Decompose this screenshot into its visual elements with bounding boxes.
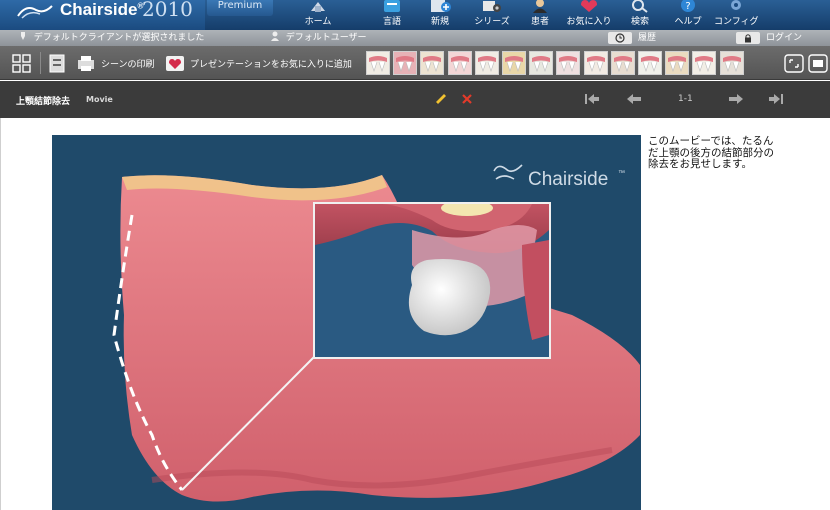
search-icon	[632, 0, 648, 13]
media-type: Movie	[86, 95, 113, 104]
print-scene-button[interactable]: シーンの印刷	[101, 57, 155, 70]
top-nav-bar: Chairside® 2010 Premium ホーム 言語 新規 シリーズ 患…	[0, 0, 830, 30]
fullscreen-icon[interactable]	[784, 52, 804, 74]
scene-thumbnail[interactable]	[638, 51, 662, 75]
tooth-thumbnail-icon	[448, 52, 471, 74]
tooth-thumbnail-icon	[530, 52, 553, 74]
nav-series[interactable]: シリーズ	[470, 0, 514, 30]
nav-new[interactable]: 新規	[420, 0, 460, 30]
tooth-thumbnail-icon	[367, 52, 389, 74]
tooth-thumbnail-icon	[503, 52, 525, 74]
nav-search[interactable]: 検索	[620, 0, 660, 30]
scene-thumbnail[interactable]	[692, 51, 717, 75]
clock-icon	[615, 33, 625, 43]
media-title-bar: 上顎結節除去 Movie 1-1	[0, 81, 830, 118]
handout-icon[interactable]	[48, 52, 66, 74]
nav-language[interactable]: 言語	[372, 0, 412, 30]
add-favorite-button[interactable]: プレゼンテーションをお気に入りに追加	[190, 57, 352, 70]
new-icon	[431, 0, 451, 12]
tooth-thumbnail-icon	[475, 52, 498, 74]
status-bar: デフォルトクライアントが選択されました デフォルトユーザー 履歴 ログイン	[0, 30, 830, 46]
client-status[interactable]: デフォルトクライアントが選択されました	[18, 30, 204, 46]
brand-area: Chairside® 2010	[0, 0, 205, 30]
movie-player[interactable]: Chairside ™	[52, 135, 641, 510]
config-icon	[731, 0, 741, 10]
user-status[interactable]: デフォルトユーザー	[270, 30, 367, 46]
grid-view-icon[interactable]	[12, 52, 32, 74]
svg-text:™: ™	[618, 170, 625, 177]
scene-thumbnail[interactable]	[420, 51, 445, 75]
favorite-heart-icon[interactable]	[165, 52, 185, 74]
home-icon	[311, 2, 325, 12]
help-icon: ?	[681, 0, 695, 12]
media-title: 上顎結節除去	[16, 97, 71, 107]
brand-year: 2010	[142, 0, 193, 21]
nav-home[interactable]: ホーム	[296, 0, 340, 30]
previous-page-icon[interactable]	[626, 92, 642, 106]
first-page-icon[interactable]	[584, 92, 600, 106]
scene-thumbnail[interactable]	[474, 51, 499, 75]
nav-help[interactable]: ? ヘルプ	[668, 0, 708, 30]
scene-thumbnail[interactable]	[366, 51, 390, 75]
pin-icon	[21, 32, 25, 40]
last-page-icon[interactable]	[768, 92, 784, 106]
scene-thumbnail[interactable]	[502, 51, 526, 75]
series-icon	[483, 1, 501, 12]
chairside-logo-icon	[17, 5, 53, 19]
tooth-thumbnail-icon	[666, 52, 689, 74]
print-icon[interactable]	[76, 52, 96, 74]
scene-thumbnail[interactable]	[393, 51, 418, 75]
scene-thumbnail[interactable]	[610, 51, 635, 75]
scene-thumbnail[interactable]	[719, 51, 744, 75]
language-icon	[384, 0, 400, 12]
login-button[interactable]	[736, 32, 760, 44]
favorites-icon	[581, 0, 597, 12]
login-label[interactable]: ログイン	[766, 30, 802, 46]
tooth-thumbnail-icon	[720, 52, 743, 74]
next-page-icon[interactable]	[728, 92, 744, 106]
tooth-thumbnail-icon	[584, 52, 607, 74]
lock-icon	[745, 34, 751, 43]
movie-frame: Chairside ™	[52, 135, 641, 510]
tooth-thumbnail-icon	[693, 52, 716, 74]
nav-favorites[interactable]: お気に入り	[564, 0, 614, 30]
edition-badge: Premium	[207, 0, 273, 16]
scene-thumbnail[interactable]	[583, 51, 608, 75]
brand-name: Chairside®	[60, 0, 144, 19]
movie-description: このムービーでは、たるんだ上顎の後方の結節部分の除去をお見せします。	[648, 135, 774, 170]
scene-thumbnail[interactable]	[665, 51, 690, 75]
edit-pencil-icon[interactable]	[433, 92, 449, 106]
tooth-thumbnail-icon	[639, 52, 661, 74]
tooth-thumbnail-icon	[557, 52, 580, 74]
user-icon	[271, 31, 279, 41]
svg-text:?: ?	[685, 1, 690, 12]
page-indicator: 1-1	[678, 94, 693, 104]
delete-x-icon[interactable]	[459, 92, 475, 106]
nav-patient[interactable]: 患者	[520, 0, 560, 30]
history-label[interactable]: 履歴	[638, 30, 656, 46]
tooth-thumbnail-icon	[394, 52, 417, 74]
tooth-thumbnail-icon	[611, 52, 634, 74]
toolbar-divider	[40, 52, 41, 74]
history-button[interactable]	[608, 32, 632, 44]
svg-text:Chairside: Chairside	[528, 169, 608, 190]
scene-thumbnail[interactable]	[529, 51, 554, 75]
zoom-inset	[313, 202, 551, 359]
toolbar: シーンの印刷 プレゼンテーションをお気に入りに追加	[0, 46, 830, 80]
nav-config[interactable]: コンフィグ	[714, 0, 759, 30]
scene-thumbnail[interactable]	[447, 51, 472, 75]
patient-icon	[533, 0, 547, 13]
scene-thumbnail[interactable]	[556, 51, 581, 75]
presentation-icon[interactable]	[808, 52, 828, 74]
content-left-border	[0, 118, 1, 510]
tooth-thumbnail-icon	[421, 52, 444, 74]
